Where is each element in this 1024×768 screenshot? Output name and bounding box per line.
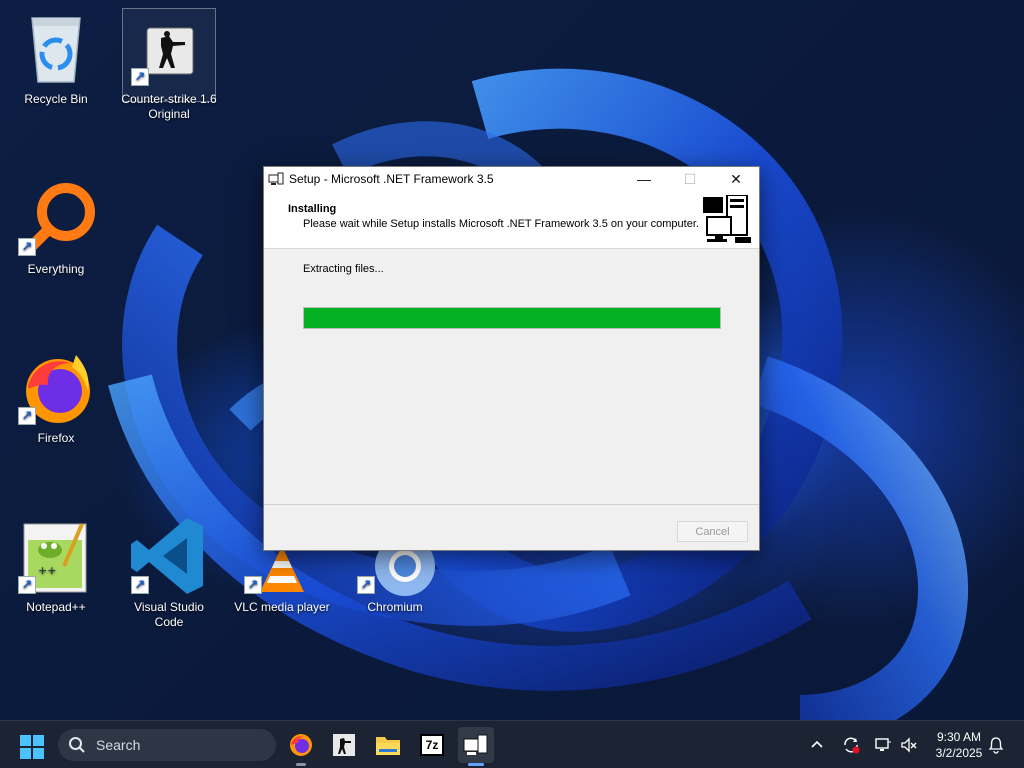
desktop-icon-label: Firefox bbox=[37, 431, 75, 445]
taskbar-search-box[interactable]: Search bbox=[58, 729, 276, 761]
svg-text:++: ++ bbox=[38, 564, 56, 577]
header-title: Installing bbox=[288, 203, 337, 215]
desktop-icon-label: Everything bbox=[27, 262, 85, 276]
taskbar-app-7zip[interactable]: 7z bbox=[414, 727, 450, 763]
notifications-button[interactable] bbox=[988, 721, 1008, 768]
setup-icon bbox=[463, 734, 488, 755]
taskbar-app-file-explorer[interactable] bbox=[370, 727, 406, 763]
firefox-icon bbox=[290, 734, 312, 756]
counter-strike-icon: ↗ bbox=[129, 8, 209, 88]
shortcut-arrow-icon: ↗ bbox=[244, 576, 262, 594]
clock-time: 9:30 AM bbox=[936, 730, 982, 744]
desktop-icon-counter-strike[interactable]: ↗ Counter-strike 1.6 Original bbox=[119, 8, 219, 122]
sync-update-icon bbox=[844, 737, 860, 754]
close-button[interactable]: ✕ bbox=[713, 167, 759, 191]
shortcut-arrow-icon: ↗ bbox=[18, 407, 36, 425]
window-title: Setup - Microsoft .NET Framework 3.5 bbox=[289, 172, 494, 186]
taskbar: Search 7z 9:30 AM 3/2/2025 bbox=[0, 720, 1024, 768]
desktop-icon-label: Recycle Bin bbox=[24, 92, 88, 106]
vscode-icon: ↗ bbox=[129, 516, 209, 596]
network-icon bbox=[875, 738, 891, 751]
desktop-icon-recycle-bin[interactable]: Recycle Bin bbox=[6, 8, 106, 107]
desktop-icon-label: Chromium bbox=[367, 600, 423, 614]
shortcut-arrow-icon: ↗ bbox=[18, 238, 36, 256]
desktop-icon-label: Visual Studio Code bbox=[134, 600, 204, 629]
chevron-up-icon bbox=[811, 740, 823, 748]
tray-update-icon-button[interactable] bbox=[842, 721, 862, 768]
notepad-plus-plus-icon: ++ ↗ bbox=[16, 516, 96, 596]
window-titlebar[interactable]: Setup - Microsoft .NET Framework 3.5 — ☐… bbox=[264, 167, 759, 191]
7zip-text: 7z bbox=[425, 738, 439, 752]
minimize-button[interactable]: — bbox=[621, 167, 667, 191]
clock-date: 3/2/2025 bbox=[935, 746, 983, 760]
7zip-icon: 7z bbox=[420, 734, 444, 756]
taskbar-app-counter-strike[interactable] bbox=[326, 727, 362, 763]
active-indicator bbox=[468, 763, 484, 766]
desktop-icon-firefox[interactable]: ↗ Firefox bbox=[6, 347, 106, 446]
computer-setup-icon bbox=[703, 194, 753, 245]
progress-bar bbox=[303, 307, 721, 329]
setup-app-icon bbox=[268, 171, 284, 187]
search-icon bbox=[68, 736, 86, 754]
firefox-icon: ↗ bbox=[16, 347, 96, 427]
start-button[interactable] bbox=[20, 735, 44, 759]
shortcut-arrow-icon: ↗ bbox=[131, 68, 149, 86]
recycle-bin-icon bbox=[16, 8, 96, 88]
progress-fill bbox=[304, 308, 720, 328]
taskbar-app-setup[interactable] bbox=[458, 727, 494, 766]
shortcut-arrow-icon: ↗ bbox=[357, 576, 375, 594]
counter-strike-icon bbox=[333, 734, 355, 756]
desktop-icon-vscode[interactable]: ↗ Visual Studio Code bbox=[119, 516, 219, 630]
bell-icon bbox=[988, 737, 1004, 754]
desktop-icon-everything[interactable]: ↗ Everything bbox=[6, 178, 106, 277]
taskbar-clock[interactable]: 9:30 AM 3/2/2025 bbox=[926, 729, 992, 761]
header-subtitle: Please wait while Setup installs Microso… bbox=[303, 218, 699, 230]
status-text: Extracting files... bbox=[303, 263, 384, 275]
windows-logo-icon bbox=[20, 735, 44, 759]
taskbar-app-firefox[interactable] bbox=[283, 727, 319, 766]
volume-muted-icon bbox=[901, 737, 917, 753]
tray-network-button[interactable] bbox=[874, 721, 894, 768]
shortcut-arrow-icon: ↗ bbox=[131, 576, 149, 594]
running-indicator bbox=[296, 763, 306, 766]
search-placeholder: Search bbox=[96, 737, 141, 753]
desktop-icon-label: VLC media player bbox=[234, 600, 330, 614]
everything-search-icon: ↗ bbox=[16, 178, 96, 258]
tray-overflow-button[interactable] bbox=[810, 721, 830, 768]
tray-volume-button[interactable] bbox=[900, 721, 920, 768]
setup-header: Installing Please wait while Setup insta… bbox=[264, 191, 759, 249]
setup-footer: Cancel bbox=[264, 504, 759, 550]
desktop-icon-notepad-plus-plus[interactable]: ++ ↗ Notepad++ bbox=[6, 516, 106, 615]
file-explorer-icon bbox=[376, 737, 400, 755]
maximize-button: ☐ bbox=[683, 170, 697, 187]
shortcut-arrow-icon: ↗ bbox=[18, 576, 36, 594]
setup-window: Setup - Microsoft .NET Framework 3.5 — ☐… bbox=[263, 166, 760, 551]
desktop-icon-label: Counter-strike 1.6 Original bbox=[121, 92, 217, 121]
setup-body: Extracting files... bbox=[264, 249, 759, 505]
cancel-button[interactable]: Cancel bbox=[677, 521, 748, 542]
desktop-icon-label: Notepad++ bbox=[26, 600, 86, 614]
